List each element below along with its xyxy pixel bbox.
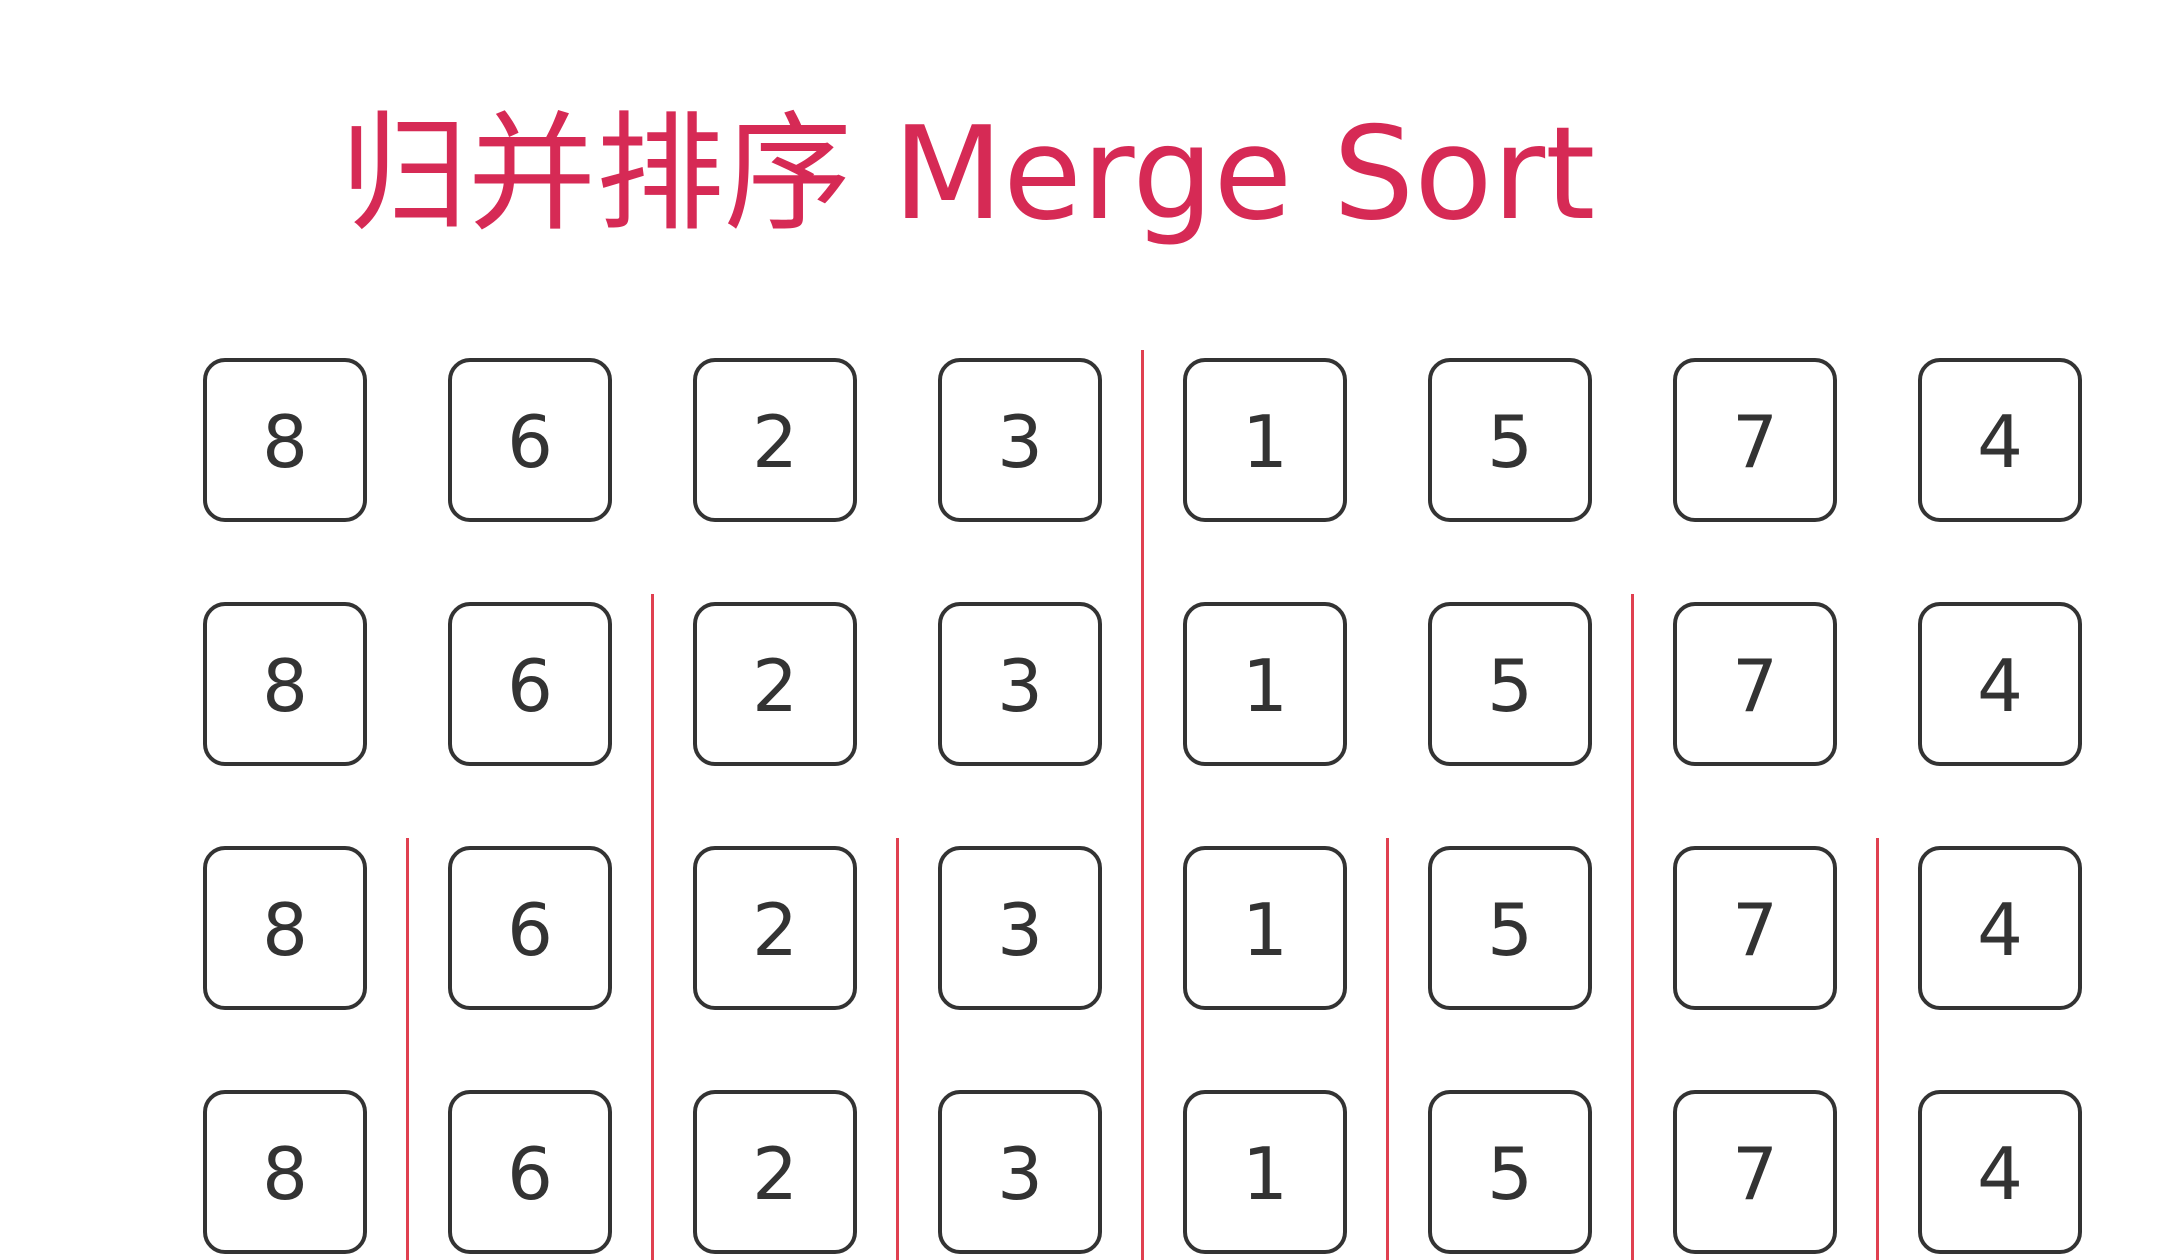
cell-value: 4 bbox=[1977, 888, 2023, 972]
array-cell: 4 bbox=[1918, 358, 2082, 522]
cell-value: 5 bbox=[1487, 400, 1533, 484]
array-cell: 4 bbox=[1918, 1090, 2082, 1254]
cell-value: 8 bbox=[262, 1132, 308, 1216]
cell-value: 5 bbox=[1487, 888, 1533, 972]
cell-value: 8 bbox=[262, 888, 308, 972]
cell-value: 4 bbox=[1977, 1132, 2023, 1216]
array-cell: 7 bbox=[1673, 602, 1837, 766]
array-cell: 6 bbox=[448, 602, 612, 766]
cell-value: 1 bbox=[1242, 400, 1288, 484]
array-cell: 1 bbox=[1183, 358, 1347, 522]
cell-value: 7 bbox=[1732, 888, 1778, 972]
array-cell: 5 bbox=[1428, 358, 1592, 522]
array-cell: 6 bbox=[448, 846, 612, 1010]
cell-value: 1 bbox=[1242, 1132, 1288, 1216]
cell-value: 8 bbox=[262, 644, 308, 728]
cell-value: 7 bbox=[1732, 1132, 1778, 1216]
array-cell: 8 bbox=[203, 1090, 367, 1254]
cell-value: 2 bbox=[752, 1132, 798, 1216]
array-cell: 2 bbox=[693, 1090, 857, 1254]
array-cell: 6 bbox=[448, 1090, 612, 1254]
array-cell: 1 bbox=[1183, 602, 1347, 766]
array-cell: 3 bbox=[938, 602, 1102, 766]
array-cell: 5 bbox=[1428, 1090, 1592, 1254]
cell-value: 5 bbox=[1487, 644, 1533, 728]
array-cell: 5 bbox=[1428, 602, 1592, 766]
array-cell: 7 bbox=[1673, 846, 1837, 1010]
array-cell: 2 bbox=[693, 846, 857, 1010]
array-cell: 8 bbox=[203, 602, 367, 766]
cell-value: 2 bbox=[752, 400, 798, 484]
cell-value: 3 bbox=[997, 400, 1043, 484]
array-cell: 2 bbox=[693, 358, 857, 522]
array-cell: 8 bbox=[203, 846, 367, 1010]
merge-sort-diagram: 8 6 2 3 1 5 7 4 8 6 2 3 1 5 7 4 8 6 2 3 1 5 7 4 8 6 2 3 1 5 7 4 bbox=[203, 350, 2082, 1260]
cell-value: 6 bbox=[507, 400, 553, 484]
array-cell: 1 bbox=[1183, 1090, 1347, 1254]
array-cell: 5 bbox=[1428, 846, 1592, 1010]
divider-layer bbox=[406, 350, 1879, 1260]
cell-value: 4 bbox=[1977, 400, 2023, 484]
cell-value: 1 bbox=[1242, 644, 1288, 728]
cell-value: 5 bbox=[1487, 1132, 1533, 1216]
cell-value: 6 bbox=[507, 1132, 553, 1216]
cell-value: 6 bbox=[507, 644, 553, 728]
cell-value: 1 bbox=[1242, 888, 1288, 972]
array-cell: 1 bbox=[1183, 846, 1347, 1010]
array-cell: 3 bbox=[938, 358, 1102, 522]
array-cell: 8 bbox=[203, 358, 367, 522]
array-cell: 3 bbox=[938, 1090, 1102, 1254]
cell-value: 3 bbox=[997, 1132, 1043, 1216]
cell-value: 2 bbox=[752, 644, 798, 728]
cell-value: 4 bbox=[1977, 644, 2023, 728]
array-cell: 6 bbox=[448, 358, 612, 522]
array-cell: 4 bbox=[1918, 846, 2082, 1010]
cell-value: 7 bbox=[1732, 644, 1778, 728]
cell-value: 2 bbox=[752, 888, 798, 972]
cell-value: 6 bbox=[507, 888, 553, 972]
array-cell: 7 bbox=[1673, 358, 1837, 522]
array-cell: 7 bbox=[1673, 1090, 1837, 1254]
cell-value: 7 bbox=[1732, 400, 1778, 484]
cell-value: 3 bbox=[997, 644, 1043, 728]
array-cell: 3 bbox=[938, 846, 1102, 1010]
cell-value: 8 bbox=[262, 400, 308, 484]
array-cell: 4 bbox=[1918, 602, 2082, 766]
array-cell: 2 bbox=[693, 602, 857, 766]
cell-value: 3 bbox=[997, 888, 1043, 972]
